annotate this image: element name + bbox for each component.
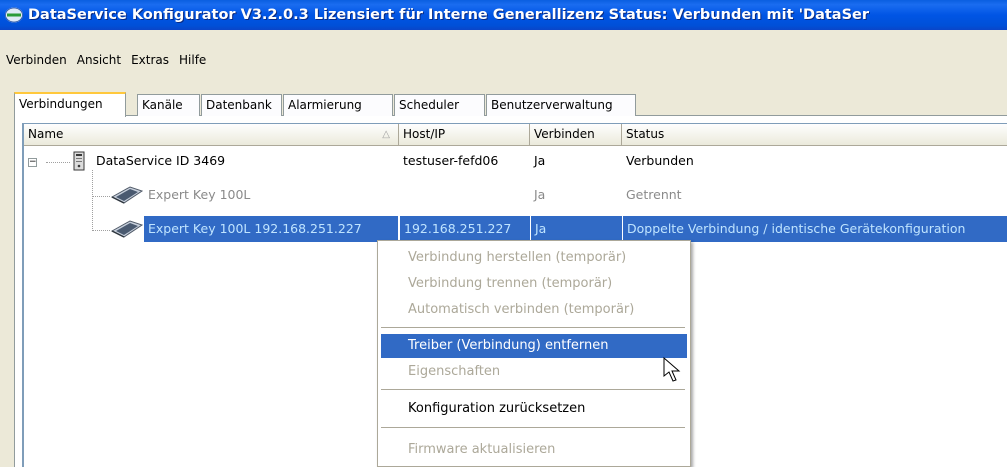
cell-name: Expert Key 100L xyxy=(148,187,251,202)
menu-ansicht[interactable]: Ansicht xyxy=(73,53,125,67)
table-row[interactable]: Expert Key 100L 192.168.251.227 192.168.… xyxy=(24,216,1007,242)
tab-benutzerverwaltung[interactable]: Benutzerverwaltung xyxy=(486,94,636,116)
cell-status: Verbunden xyxy=(626,153,694,168)
tab-strip: Verbindungen Kanäle Datenbank Alarmierun… xyxy=(14,92,1007,117)
column-host[interactable]: Host/IP xyxy=(399,124,530,146)
tab-datenbank[interactable]: Datenbank xyxy=(201,94,282,116)
cell-status: Getrennt xyxy=(626,187,682,202)
cell-verbinden: Ja xyxy=(534,187,546,202)
server-icon xyxy=(73,151,85,171)
menu-item-disconnect-temp[interactable]: Verbindung trennen (temporär) xyxy=(381,272,687,296)
menu-item-remove-driver[interactable]: Treiber (Verbindung) entfernen xyxy=(381,334,687,358)
menu-separator xyxy=(381,427,685,428)
column-name[interactable]: Name △ xyxy=(24,124,399,146)
column-label: Host/IP xyxy=(403,127,446,141)
sort-ascending-icon: △ xyxy=(382,129,390,140)
cell-host: testuser-fefd06 xyxy=(403,153,499,168)
cell-verbinden: Ja xyxy=(534,153,546,168)
column-verbinden[interactable]: Verbinden xyxy=(530,124,622,146)
window-title: DataService Konfigurator V3.2.0.3 Lizens… xyxy=(28,7,869,23)
menu-bar: Verbinden Ansicht Extras Hilfe xyxy=(0,50,1007,70)
tab-verbindungen[interactable]: Verbindungen xyxy=(14,92,126,117)
context-menu: Verbindung herstellen (temporär) Verbind… xyxy=(377,240,691,467)
app-icon[interactable] xyxy=(5,7,23,23)
menu-verbinden[interactable]: Verbinden xyxy=(2,53,71,67)
menu-separator xyxy=(381,327,685,328)
menu-item-properties[interactable]: Eigenschaften xyxy=(381,360,687,384)
tab-label: Verbindungen xyxy=(19,97,103,111)
tab-label: Scheduler xyxy=(399,98,460,112)
cell-name: DataService ID 3469 xyxy=(96,153,226,168)
tab-kanaele[interactable]: Kanäle xyxy=(137,94,200,116)
device-icon xyxy=(110,186,144,204)
menu-hilfe[interactable]: Hilfe xyxy=(175,53,210,67)
menu-item-update-firmware[interactable]: Firmware aktualisieren xyxy=(381,438,687,462)
mouse-cursor-icon xyxy=(663,357,681,382)
tab-label: Kanäle xyxy=(142,98,183,112)
menu-item-connect-temp[interactable]: Verbindung herstellen (temporär) xyxy=(381,246,687,270)
column-label: Verbinden xyxy=(534,127,595,141)
menu-separator xyxy=(381,389,685,390)
device-icon xyxy=(110,220,144,238)
cell-name: Expert Key 100L 192.168.251.227 xyxy=(144,216,398,242)
cell-verbinden: Ja xyxy=(530,216,622,242)
tab-label: Alarmierung xyxy=(288,98,362,112)
tab-scheduler[interactable]: Scheduler xyxy=(394,94,485,116)
column-label: Status xyxy=(626,127,665,141)
column-status[interactable]: Status xyxy=(622,124,1007,146)
menu-extras[interactable]: Extras xyxy=(127,53,173,67)
cell-host xyxy=(399,182,530,208)
menu-item-autoconnect-temp[interactable]: Automatisch verbinden (temporär) xyxy=(381,298,687,322)
table-row[interactable]: − DataService ID 3469 testuser-fefd06 Ja… xyxy=(24,148,1007,174)
table-row[interactable]: Expert Key 100L Ja Getrennt xyxy=(24,182,1007,208)
title-bar[interactable]: DataService Konfigurator V3.2.0.3 Lizens… xyxy=(0,0,1007,30)
tab-label: Benutzerverwaltung xyxy=(491,98,613,112)
tab-alarmierung[interactable]: Alarmierung xyxy=(283,94,393,116)
collapse-icon[interactable]: − xyxy=(28,158,37,167)
list-header: Name △ Host/IP Verbinden Status xyxy=(24,124,1007,146)
cell-host: 192.168.251.227 xyxy=(399,216,530,242)
cell-status: Doppelte Verbindung / identische Gerätek… xyxy=(622,216,1007,242)
tab-label: Datenbank xyxy=(206,98,272,112)
menu-item-reset-config[interactable]: Konfiguration zurücksetzen xyxy=(381,397,687,421)
column-label: Name xyxy=(28,127,64,141)
